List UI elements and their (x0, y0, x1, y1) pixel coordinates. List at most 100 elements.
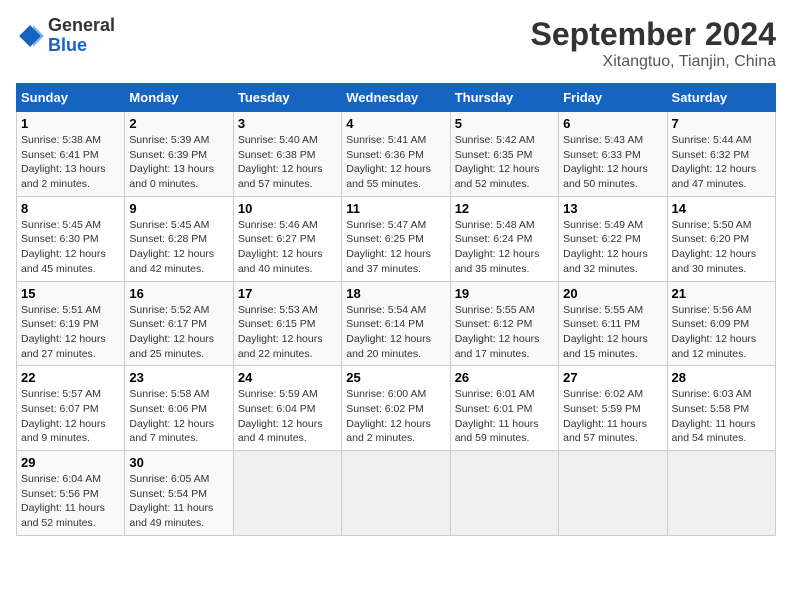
calendar-cell: 30Sunrise: 6:05 AMSunset: 5:54 PMDayligh… (125, 451, 233, 536)
day-number: 16 (129, 286, 228, 301)
calendar-subtitle: Xitangtuo, Tianjin, China (531, 53, 776, 71)
day-info: Sunrise: 5:58 AMSunset: 6:06 PMDaylight:… (129, 388, 214, 444)
calendar-cell: 26 Sunrise: 6:01 AMSunset: 6:01 PMDayligh… (450, 366, 558, 451)
day-number: 13 (563, 201, 662, 216)
header-cell-sunday: Sunday (17, 84, 125, 112)
day-info: Sunrise: 6:02 AMSunset: 5:59 PMDaylight:… (563, 388, 647, 444)
day-info: Sunrise: 5:57 AMSunset: 6:07 PMDaylight:… (21, 388, 106, 444)
day-number: 18 (346, 286, 445, 301)
calendar-cell: 29Sunrise: 6:04 AMSunset: 5:56 PMDayligh… (17, 451, 125, 536)
logo: General Blue (16, 16, 115, 56)
calendar-cell: 12 Sunrise: 5:48 AMSunset: 6:24 PMDayligh… (450, 196, 558, 281)
day-number: 14 (672, 201, 771, 216)
day-info: Sunrise: 5:54 AMSunset: 6:14 PMDaylight:… (346, 304, 431, 360)
calendar-cell: 20 Sunrise: 5:55 AMSunset: 6:11 PMDayligh… (559, 281, 667, 366)
calendar-cell (667, 451, 775, 536)
day-number: 17 (238, 286, 337, 301)
day-number: 30 (129, 455, 228, 470)
day-info: Sunrise: 5:43 AMSunset: 6:33 PMDaylight:… (563, 134, 648, 190)
day-number: 22 (21, 370, 120, 385)
day-info: Sunrise: 5:55 AMSunset: 6:11 PMDaylight:… (563, 304, 648, 360)
day-number: 27 (563, 370, 662, 385)
day-info: Sunrise: 5:51 AMSunset: 6:19 PMDaylight:… (21, 304, 106, 360)
calendar-title: September 2024 (531, 16, 776, 53)
day-info: Sunrise: 5:49 AMSunset: 6:22 PMDaylight:… (563, 219, 648, 275)
week-row-4: 22 Sunrise: 5:57 AMSunset: 6:07 PMDayligh… (17, 366, 776, 451)
header-cell-thursday: Thursday (450, 84, 558, 112)
day-number: 6 (563, 116, 662, 131)
calendar-cell (559, 451, 667, 536)
day-number: 26 (455, 370, 554, 385)
title-block: September 2024 Xitangtuo, Tianjin, China (531, 16, 776, 71)
calendar-cell: 2 Sunrise: 5:39 AMSunset: 6:39 PMDaylight… (125, 112, 233, 197)
calendar-cell: 14Sunrise: 5:50 AMSunset: 6:20 PMDayligh… (667, 196, 775, 281)
calendar-cell: 18 Sunrise: 5:54 AMSunset: 6:14 PMDayligh… (342, 281, 450, 366)
day-info: Sunrise: 5:56 AMSunset: 6:09 PMDaylight:… (672, 304, 757, 360)
logo-icon (16, 22, 44, 50)
logo-blue: Blue (48, 35, 87, 55)
day-number: 1 (21, 116, 120, 131)
day-number: 2 (129, 116, 228, 131)
calendar-cell: 23Sunrise: 5:58 AMSunset: 6:06 PMDayligh… (125, 366, 233, 451)
calendar-cell: 9 Sunrise: 5:45 AMSunset: 6:28 PMDaylight… (125, 196, 233, 281)
calendar-cell: 5 Sunrise: 5:42 AMSunset: 6:35 PMDaylight… (450, 112, 558, 197)
header-cell-wednesday: Wednesday (342, 84, 450, 112)
week-row-5: 29Sunrise: 6:04 AMSunset: 5:56 PMDayligh… (17, 451, 776, 536)
day-number: 19 (455, 286, 554, 301)
day-info: Sunrise: 5:39 AMSunset: 6:39 PMDaylight:… (129, 134, 214, 190)
logo-general: General (48, 15, 115, 35)
header-cell-monday: Monday (125, 84, 233, 112)
calendar-cell: 16 Sunrise: 5:52 AMSunset: 6:17 PMDayligh… (125, 281, 233, 366)
day-info: Sunrise: 5:47 AMSunset: 6:25 PMDaylight:… (346, 219, 431, 275)
week-row-3: 15 Sunrise: 5:51 AMSunset: 6:19 PMDayligh… (17, 281, 776, 366)
day-number: 21 (672, 286, 771, 301)
day-info: Sunrise: 5:45 AMSunset: 6:28 PMDaylight:… (129, 219, 214, 275)
day-info: Sunrise: 5:38 AMSunset: 6:41 PMDaylight:… (21, 134, 106, 190)
calendar-cell: 11 Sunrise: 5:47 AMSunset: 6:25 PMDayligh… (342, 196, 450, 281)
calendar-cell: 19Sunrise: 5:55 AMSunset: 6:12 PMDayligh… (450, 281, 558, 366)
day-number: 11 (346, 201, 445, 216)
day-info: Sunrise: 5:41 AMSunset: 6:36 PMDaylight:… (346, 134, 431, 190)
day-info: Sunrise: 6:04 AMSunset: 5:56 PMDaylight:… (21, 473, 105, 529)
week-row-1: 1 Sunrise: 5:38 AMSunset: 6:41 PMDaylight… (17, 112, 776, 197)
calendar-cell: 21 Sunrise: 5:56 AMSunset: 6:09 PMDayligh… (667, 281, 775, 366)
day-number: 12 (455, 201, 554, 216)
calendar-cell (233, 451, 341, 536)
day-info: Sunrise: 5:46 AMSunset: 6:27 PMDaylight:… (238, 219, 323, 275)
day-number: 15 (21, 286, 120, 301)
calendar-cell: 10Sunrise: 5:46 AMSunset: 6:27 PMDayligh… (233, 196, 341, 281)
day-info: Sunrise: 5:40 AMSunset: 6:38 PMDaylight:… (238, 134, 323, 190)
calendar-cell (342, 451, 450, 536)
calendar-cell: 24Sunrise: 5:59 AMSunset: 6:04 PMDayligh… (233, 366, 341, 451)
calendar-cell: 3 Sunrise: 5:40 AMSunset: 6:38 PMDaylight… (233, 112, 341, 197)
day-number: 20 (563, 286, 662, 301)
day-info: Sunrise: 5:52 AMSunset: 6:17 PMDaylight:… (129, 304, 214, 360)
header-row: SundayMondayTuesdayWednesdayThursdayFrid… (17, 84, 776, 112)
calendar-table: SundayMondayTuesdayWednesdayThursdayFrid… (16, 83, 776, 536)
calendar-cell: 7Sunrise: 5:44 AMSunset: 6:32 PMDaylight… (667, 112, 775, 197)
day-info: Sunrise: 5:53 AMSunset: 6:15 PMDaylight:… (238, 304, 323, 360)
day-info: Sunrise: 6:03 AMSunset: 5:58 PMDaylight:… (672, 388, 756, 444)
calendar-cell: 28 Sunrise: 6:03 AMSunset: 5:58 PMDayligh… (667, 366, 775, 451)
calendar-cell: 6 Sunrise: 5:43 AMSunset: 6:33 PMDaylight… (559, 112, 667, 197)
day-number: 8 (21, 201, 120, 216)
calendar-cell: 22 Sunrise: 5:57 AMSunset: 6:07 PMDayligh… (17, 366, 125, 451)
day-number: 9 (129, 201, 228, 216)
header-cell-tuesday: Tuesday (233, 84, 341, 112)
day-info: Sunrise: 6:00 AMSunset: 6:02 PMDaylight:… (346, 388, 431, 444)
day-info: Sunrise: 5:48 AMSunset: 6:24 PMDaylight:… (455, 219, 540, 275)
week-row-2: 8Sunrise: 5:45 AMSunset: 6:30 PMDaylight… (17, 196, 776, 281)
calendar-cell: 4Sunrise: 5:41 AMSunset: 6:36 PMDaylight… (342, 112, 450, 197)
day-number: 5 (455, 116, 554, 131)
day-number: 3 (238, 116, 337, 131)
calendar-cell: 25 Sunrise: 6:00 AMSunset: 6:02 PMDayligh… (342, 366, 450, 451)
calendar-cell (450, 451, 558, 536)
page-header: General Blue September 2024 Xitangtuo, T… (16, 16, 776, 71)
day-info: Sunrise: 5:59 AMSunset: 6:04 PMDaylight:… (238, 388, 323, 444)
day-number: 7 (672, 116, 771, 131)
day-number: 28 (672, 370, 771, 385)
day-info: Sunrise: 5:42 AMSunset: 6:35 PMDaylight:… (455, 134, 540, 190)
calendar-cell: 17 Sunrise: 5:53 AMSunset: 6:15 PMDayligh… (233, 281, 341, 366)
day-number: 25 (346, 370, 445, 385)
day-info: Sunrise: 6:01 AMSunset: 6:01 PMDaylight:… (455, 388, 539, 444)
